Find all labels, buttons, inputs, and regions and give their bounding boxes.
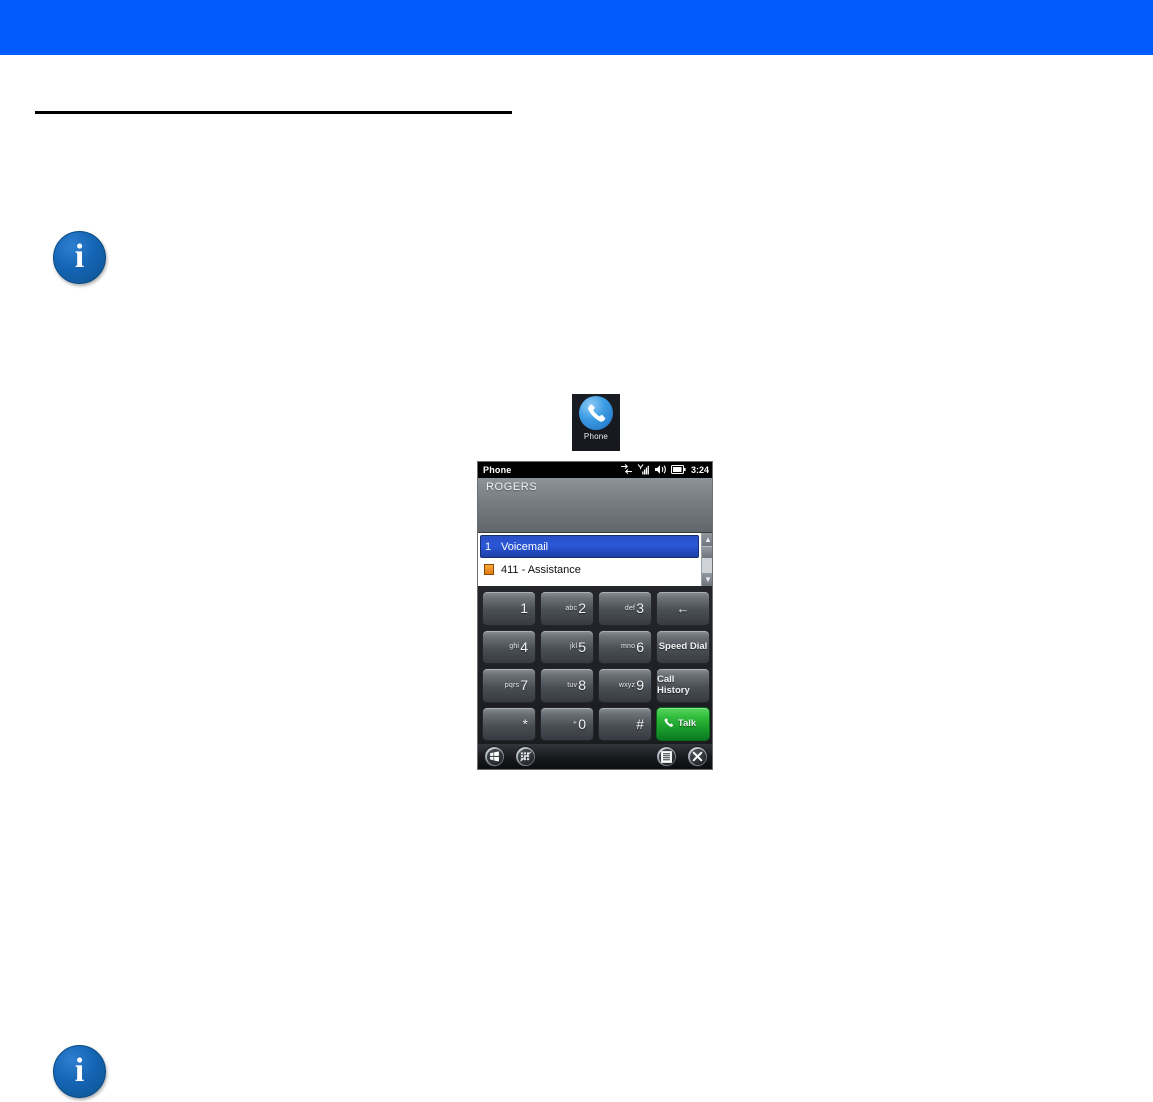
- key-speed-dial-label: Speed Dial: [658, 641, 708, 653]
- key-digit: *: [522, 715, 528, 732]
- keyboard-icon: [517, 748, 534, 765]
- info-icon-glyph: i: [74, 1051, 85, 1089]
- scrollbar-track[interactable]: [702, 558, 712, 573]
- backspace-icon: ←: [676, 600, 690, 616]
- info-icon-glyph: i: [74, 237, 85, 275]
- page-header-bar: [0, 0, 1153, 55]
- input-panel-button[interactable]: [515, 746, 536, 767]
- key-digit: #: [636, 715, 644, 732]
- list-item-label: Voicemail: [501, 540, 549, 553]
- key-letters: jkl: [569, 643, 578, 651]
- key-letters: pqrs: [504, 681, 520, 689]
- key-8[interactable]: tuv 8: [540, 668, 594, 703]
- list-item[interactable]: 1 Voicemail: [480, 535, 699, 558]
- key-6[interactable]: mno 6: [598, 629, 652, 664]
- menu-button[interactable]: [656, 746, 677, 767]
- key-0[interactable]: + 0: [540, 706, 594, 741]
- phone-app-launcher-label: Phone: [583, 432, 609, 441]
- list-item-label: 411 - Assistance: [501, 563, 581, 576]
- key-2[interactable]: abc 2: [540, 591, 594, 626]
- volume-icon[interactable]: [654, 464, 667, 477]
- key-5[interactable]: jkl 5: [540, 629, 594, 664]
- key-letters: def: [624, 604, 636, 612]
- phone-app-launcher[interactable]: Phone: [572, 394, 620, 451]
- info-icon: i: [53, 231, 106, 284]
- key-star[interactable]: *: [482, 706, 536, 741]
- dialer-keypad: 1 abc 2 def 3 ← ghi 4 jkl 5 mno 6 Speed …: [478, 586, 712, 746]
- list-item[interactable]: 411 - Assistance: [480, 558, 701, 581]
- device-titlebar: Phone 3:24: [478, 462, 712, 478]
- key-letters: wxyz: [618, 681, 636, 689]
- device-app-title: Phone: [483, 465, 512, 475]
- key-letters: +: [572, 720, 578, 728]
- key-digit: 3: [636, 600, 644, 617]
- battery-icon[interactable]: [670, 464, 686, 476]
- key-digit: 5: [578, 638, 586, 655]
- key-letters: ghi: [509, 643, 520, 651]
- key-letters: tuv: [567, 681, 578, 689]
- speed-dial-rows: 1 Voicemail 411 - Assistance: [478, 533, 701, 586]
- key-digit: 2: [578, 600, 586, 617]
- connectivity-icon[interactable]: [620, 464, 633, 476]
- key-digit: 4: [520, 638, 528, 655]
- list-item-index: 1: [485, 540, 492, 553]
- key-letters: mno: [620, 643, 636, 651]
- list-scrollbar[interactable]: ▲ ▼: [701, 533, 712, 586]
- key-call-history[interactable]: Call History: [656, 668, 710, 703]
- key-digit: 9: [636, 677, 644, 694]
- key-talk[interactable]: Talk: [656, 706, 710, 741]
- key-backspace[interactable]: ←: [656, 591, 710, 626]
- key-digit: 6: [636, 638, 644, 655]
- key-1[interactable]: 1: [482, 591, 536, 626]
- key-3[interactable]: def 3: [598, 591, 652, 626]
- key-9[interactable]: wxyz 9: [598, 668, 652, 703]
- key-speed-dial[interactable]: Speed Dial: [656, 629, 710, 664]
- speed-dial-list: 1 Voicemail 411 - Assistance ▲ ▼: [478, 532, 712, 586]
- status-clock: 3:24: [690, 465, 709, 475]
- phone-handset-icon: [663, 717, 674, 730]
- key-digit: 7: [520, 677, 528, 694]
- key-call-history-label: Call History: [657, 674, 690, 697]
- key-digit: 0: [578, 715, 586, 732]
- title-underline-rule: [35, 111, 512, 114]
- phone-icon: [579, 396, 613, 430]
- info-icon: i: [53, 1045, 106, 1098]
- carrier-banner: ROGERS: [478, 478, 712, 532]
- key-7[interactable]: pqrs 7: [482, 668, 536, 703]
- sim-contact-icon: [484, 564, 494, 575]
- scroll-down-icon[interactable]: ▼: [702, 573, 712, 586]
- key-digit: 8: [578, 677, 586, 694]
- key-4[interactable]: ghi 4: [482, 629, 536, 664]
- windows-start-icon: [486, 748, 503, 765]
- scroll-up-icon[interactable]: ▲: [702, 533, 712, 546]
- device-taskbar: [478, 744, 712, 769]
- scrollbar-thumb[interactable]: [702, 546, 712, 558]
- key-digit: 1: [520, 600, 528, 617]
- signal-icon[interactable]: [637, 463, 650, 477]
- key-letters: abc: [565, 604, 578, 612]
- start-button[interactable]: [484, 746, 505, 767]
- carrier-name: ROGERS: [486, 481, 538, 493]
- key-talk-label: Talk: [677, 718, 697, 730]
- key-hash[interactable]: #: [598, 706, 652, 741]
- phone-dialer-screenshot: Phone 3:24 ROGERS 1 Voicemail 411 - Assi…: [477, 461, 713, 770]
- menu-icon: [658, 748, 675, 765]
- close-icon: [689, 748, 706, 765]
- close-button[interactable]: [687, 746, 708, 767]
- status-icon-tray: 3:24: [620, 463, 709, 477]
